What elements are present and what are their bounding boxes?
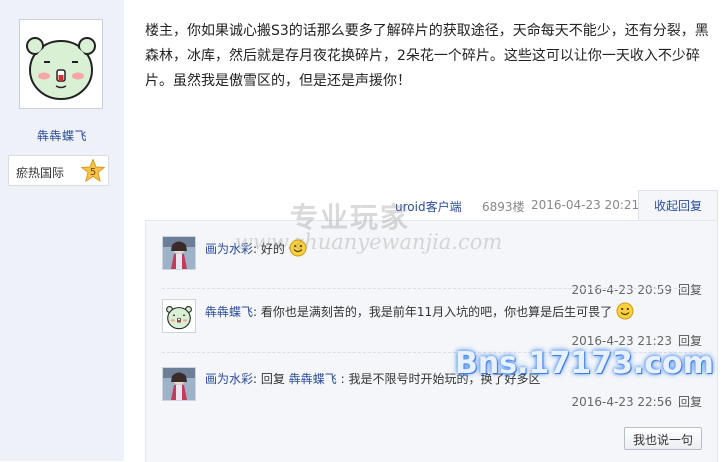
floor-number: 6893楼	[482, 200, 525, 214]
rank-level: 5	[90, 167, 96, 178]
post-content: 楼主，你如果诚心搬S3的话那么要多了解碎片的获取途径，天命每天不能少，还有分裂，…	[145, 23, 709, 89]
sub-reply-avatar[interactable]	[162, 299, 196, 333]
watermark-url: www.zhuanyewanjia.com	[235, 230, 503, 254]
sub-reply-author[interactable]: 画为水彩	[205, 372, 253, 386]
sub-reply-colon: :	[253, 305, 258, 319]
rank-badge[interactable]: 瘀热国际 5	[8, 155, 109, 186]
sub-reply-time: 2016-4-23 20:59	[571, 283, 672, 297]
say-something-button[interactable]: 我也说一句	[624, 427, 702, 450]
sub-reply-meta: 2016-4-23 20:59 回复	[571, 281, 702, 298]
sub-reply-item: 犇犇蝶飞: 看你也是满刻苦的，我是前年11月入坑的吧，你也算是后生可畏了 201…	[162, 299, 702, 349]
sub-reply-colon: :	[340, 372, 345, 386]
star-level-icon: 5	[81, 159, 105, 182]
watermark-site: Bns.17173.com	[455, 346, 714, 381]
bear-face-icon	[164, 300, 194, 332]
character-avatar-icon	[163, 368, 195, 400]
sub-reply-prefix: 回复	[260, 372, 285, 386]
sub-reply-author[interactable]: 犇犇蝶飞	[205, 305, 253, 319]
bear-face-icon	[20, 20, 102, 108]
author-name-link[interactable]: 犇犇蝶飞	[0, 127, 124, 144]
author-avatar[interactable]	[19, 19, 103, 109]
collapse-replies-button[interactable]: 收起回复	[638, 190, 718, 221]
author-sidebar: 犇犇蝶飞 瘀热国际 5	[0, 0, 124, 461]
sub-reply-text: 犇犇蝶飞: 看你也是满刻苦的，我是前年11月入坑的吧，你也算是后生可畏了	[205, 302, 634, 320]
character-avatar-icon	[163, 237, 195, 269]
rank-label: 瘀热国际	[16, 166, 65, 180]
post-date: 2016-04-23 20:21	[531, 198, 640, 212]
divider	[162, 288, 702, 289]
sub-reply-avatar[interactable]	[162, 236, 196, 270]
sub-reply-reply-link[interactable]: 回复	[678, 283, 702, 297]
sub-reply-meta: 2016-4-23 22:56 回复	[571, 393, 702, 410]
sub-reply-time: 2016-4-23 22:56	[571, 395, 672, 409]
sub-reply-avatar[interactable]	[162, 367, 196, 401]
smiley-icon	[616, 302, 634, 320]
sub-reply-list: 画为水彩: 好的 2016-4-23 20:59 回复 犇犇蝶飞: 看你也是满刻…	[145, 220, 718, 462]
sub-reply-reply-link[interactable]: 回复	[678, 395, 702, 409]
sub-reply-colon: :	[253, 372, 258, 386]
post-reply-bar: uroid客户端 6893楼 2016-04-23 20:21 收起回复	[145, 190, 722, 221]
sub-reply-target[interactable]: 犇犇蝶飞	[289, 372, 337, 386]
sub-reply-content: 看你也是满刻苦的，我是前年11月入坑的吧，你也算是后生可畏了	[260, 305, 613, 319]
